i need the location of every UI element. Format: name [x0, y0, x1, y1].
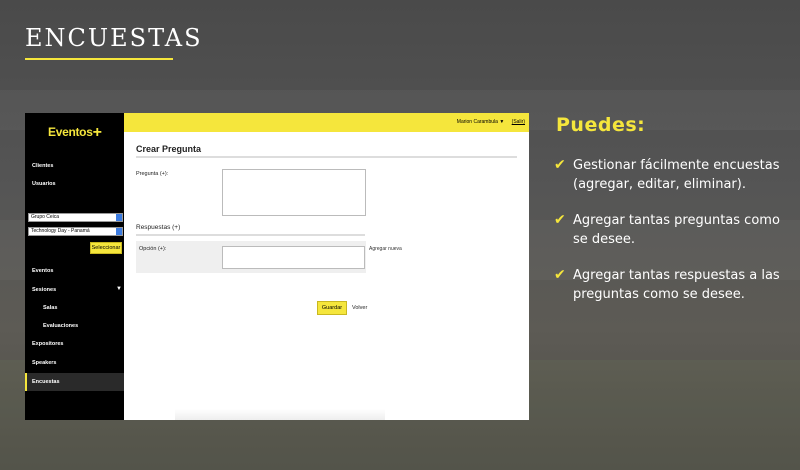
sidebar-item-sesiones[interactable]: Sesiones — [32, 287, 56, 293]
question-label: Pregunta (+): — [136, 171, 169, 177]
sidebar-item-speakers[interactable]: Speakers — [32, 360, 56, 366]
save-button[interactable]: Guardar — [317, 301, 347, 315]
checkmark-icon: ✔ — [554, 157, 566, 173]
sidebar-item-eventos[interactable]: Eventos — [32, 268, 53, 274]
feature-list: ✔ Gestionar fácilmente encuestas (agrega… — [554, 156, 794, 321]
chevron-down-icon — [116, 228, 122, 235]
bottom-fade — [175, 409, 385, 420]
list-item: ✔ Agregar tantas preguntas como se desee… — [554, 212, 780, 247]
divider — [136, 156, 517, 158]
user-name[interactable]: Marion Carambula ▼ — [457, 119, 504, 125]
app-sidebar: Eventos+ Clientes Usuarios Grupo Ceica T… — [25, 113, 124, 420]
panel-title: Puedes: — [556, 114, 646, 136]
checkmark-icon: ✔ — [554, 212, 566, 228]
select-button[interactable]: Seleccionar — [90, 242, 122, 254]
checkmark-icon: ✔ — [554, 267, 566, 283]
form-title: Crear Pregunta — [136, 144, 202, 154]
user-menu: Marion Carambula ▼ (Salir) — [457, 119, 525, 125]
back-link[interactable]: Volver — [352, 305, 367, 311]
app-logo[interactable]: Eventos+ — [48, 124, 102, 142]
list-item: ✔ Agregar tantas respuestas a las pregun… — [554, 267, 780, 302]
divider — [136, 234, 365, 236]
app-screenshot: Eventos+ Clientes Usuarios Grupo Ceica T… — [25, 113, 529, 420]
option-input[interactable] — [222, 246, 365, 269]
title-underline — [25, 58, 173, 60]
client-select[interactable]: Grupo Ceica — [28, 213, 123, 222]
sidebar-item-expositores[interactable]: Expositores — [32, 341, 63, 347]
slide-title: ENCUESTAS — [25, 24, 203, 52]
logout-link[interactable]: (Salir) — [512, 119, 525, 125]
option-label: Opción (+): — [139, 246, 167, 252]
sidebar-item-encuestas[interactable]: Encuestas — [25, 373, 124, 391]
sidebar-item-salas[interactable]: Salas — [43, 305, 57, 311]
caret-down-icon: ▼ — [116, 286, 122, 292]
question-textarea[interactable] — [222, 169, 366, 216]
add-new-link[interactable]: Agregar nueva — [369, 246, 402, 252]
chevron-down-icon — [116, 214, 122, 221]
sidebar-item-usuarios[interactable]: Usuarios — [32, 181, 56, 187]
list-item: ✔ Gestionar fácilmente encuestas (agrega… — [554, 157, 780, 192]
app-topbar: Marion Carambula ▼ (Salir) — [124, 113, 529, 132]
answers-title: Respuestas (+) — [136, 224, 181, 231]
sidebar-item-clientes[interactable]: Clientes — [32, 163, 53, 169]
sidebar-item-evaluaciones[interactable]: Evaluaciones — [43, 323, 78, 329]
event-select[interactable]: Technology Day - Panamá — [28, 227, 123, 236]
